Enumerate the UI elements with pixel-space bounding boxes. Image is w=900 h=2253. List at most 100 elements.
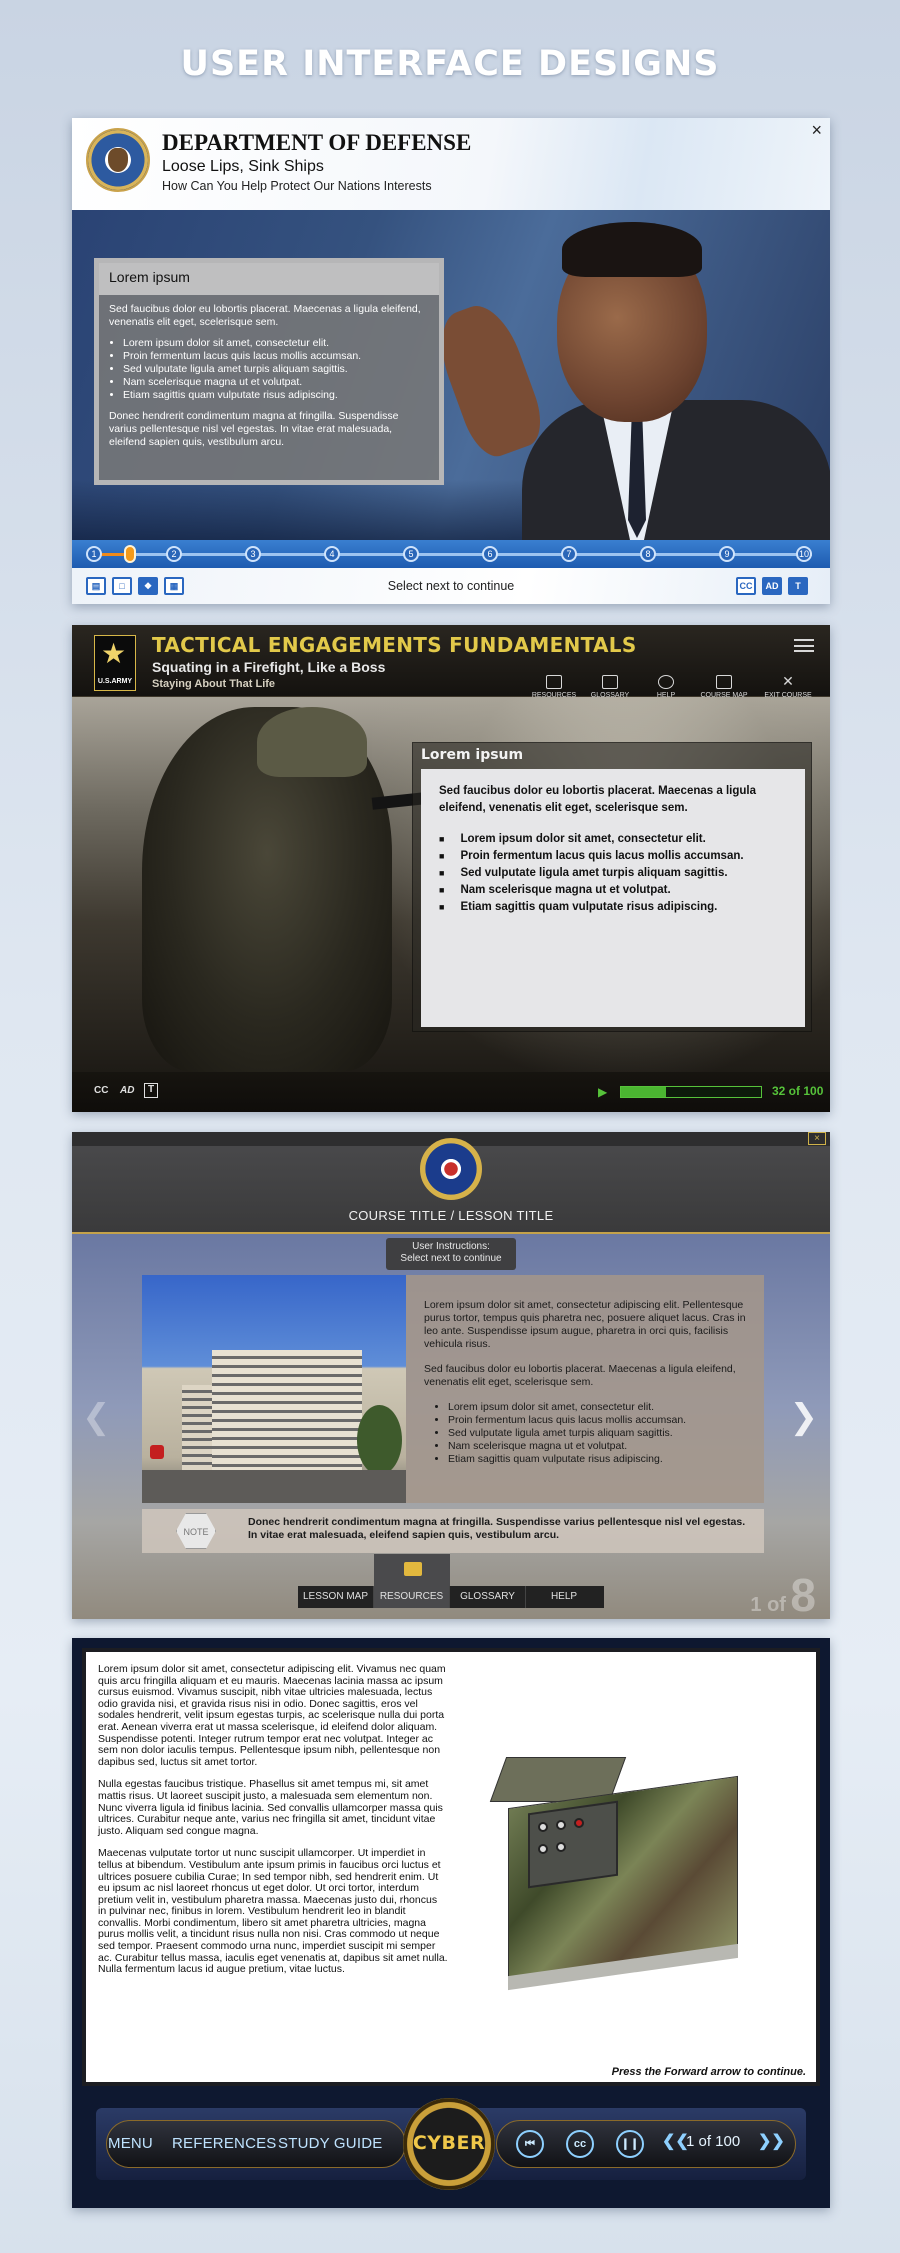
progress-fill bbox=[621, 1087, 666, 1097]
speaker-image bbox=[428, 210, 830, 550]
dod-title: DEPARTMENT OF DEFENSE bbox=[162, 130, 472, 155]
list-item: Sed vulputate ligula amet turpis aliquam… bbox=[123, 363, 429, 376]
step-node[interactable]: 8 bbox=[640, 546, 656, 562]
list-item: Etiam sagittis quam vulputate risus adip… bbox=[439, 899, 787, 916]
step-node[interactable]: 9 bbox=[719, 546, 735, 562]
cyber-control-bar: MENU REFERENCES STUDY GUIDE CYBER ⏮ cc ❙… bbox=[96, 2098, 806, 2190]
book-icon bbox=[546, 675, 562, 689]
step-node[interactable]: 2 bbox=[166, 546, 182, 562]
step-node[interactable]: 10 bbox=[796, 546, 812, 562]
army-course-window: ★ U.S.ARMY TACTICAL ENGAGEMENTS FUNDAMEN… bbox=[72, 625, 830, 1112]
step-node[interactable]: 4 bbox=[324, 546, 340, 562]
list-item: Sed vulputate ligula amet turpis aliquam… bbox=[439, 865, 787, 882]
skip-back-icon[interactable]: ⏮ bbox=[516, 2130, 544, 2158]
star-icon: ★ bbox=[101, 638, 127, 669]
list-item: Nam scelerisque magna ut et volutpat. bbox=[123, 376, 429, 389]
content-intro: Sed faucibus dolor eu lobortis placerat.… bbox=[109, 303, 421, 328]
note-box: NOTE Donec hendrerit condimentum magna a… bbox=[142, 1509, 764, 1553]
step-node[interactable]: 3 bbox=[245, 546, 261, 562]
tab-help[interactable]: HELP bbox=[526, 1586, 602, 1608]
text-button[interactable]: T bbox=[788, 577, 808, 595]
page-title: USER INTERFACE DESIGNS bbox=[180, 44, 720, 84]
army-logo: ★ U.S.ARMY bbox=[94, 635, 136, 691]
nav-help[interactable]: HELP bbox=[636, 675, 696, 699]
step-node[interactable]: 5 bbox=[403, 546, 419, 562]
dod-course-window: DEPARTMENT OF DEFENSE Loose Lips, Sink S… bbox=[72, 118, 830, 604]
progress-count: 32 of 100 bbox=[772, 1084, 824, 1098]
dod-seal-icon bbox=[86, 128, 150, 192]
dod-stage: Lorem ipsum Sed faucibus dolor eu lobort… bbox=[72, 210, 830, 550]
generator-image bbox=[468, 1752, 798, 1992]
audio-description-button[interactable]: AD bbox=[120, 1085, 134, 1096]
list-item: Lorem ipsum dolor sit amet, consectetur … bbox=[448, 1401, 754, 1414]
dod-footer: ▤ □ ❖ ▦ Select next to continue CC AD T bbox=[72, 568, 830, 604]
nav-study-guide[interactable]: STUDY GUIDE bbox=[278, 2135, 382, 2152]
closed-caption-button[interactable]: CC bbox=[94, 1085, 108, 1096]
help-icon bbox=[658, 675, 674, 689]
closed-caption-button[interactable]: CC bbox=[736, 577, 756, 595]
page-indicator: 1 of 8 bbox=[750, 1569, 816, 1619]
next-arrow-icon[interactable]: ❯ bbox=[790, 1397, 819, 1437]
previous-arrow-icon[interactable]: ❮ bbox=[82, 1397, 111, 1437]
nav-glossary[interactable]: GLOSSARY bbox=[580, 675, 640, 699]
content-intro: Sed faucibus dolor eu lobortis placerat.… bbox=[439, 785, 756, 814]
cyber-course-window: Lorem ipsum dolor sit amet, consectetur … bbox=[72, 1638, 830, 2208]
content-card: Lorem ipsum dolor sit amet, consectetur … bbox=[142, 1275, 764, 1503]
close-button[interactable]: × bbox=[811, 120, 822, 141]
list-item: Etiam sagittis quam vulputate risus adip… bbox=[123, 389, 429, 402]
play-icon[interactable]: ▶ bbox=[598, 1085, 607, 1099]
nav-resources[interactable]: RESOURCES bbox=[524, 675, 584, 699]
army-stage: Lorem ipsum Sed faucibus dolor eu lobort… bbox=[72, 697, 830, 1072]
paragraph: Sed faucibus dolor eu lobortis placerat.… bbox=[424, 1363, 736, 1388]
tab-lesson-map[interactable]: LESSON MAP bbox=[298, 1586, 374, 1608]
closed-caption-button[interactable]: cc bbox=[566, 2130, 594, 2158]
tab-glossary[interactable]: GLOSSARY bbox=[450, 1586, 526, 1608]
nav-exit-course[interactable]: ✕ EXIT COURSE bbox=[758, 674, 818, 699]
content-outro: Donec hendrerit condimentum magna at fri… bbox=[109, 410, 399, 448]
note-icon: NOTE bbox=[176, 1513, 216, 1549]
text-button[interactable]: T bbox=[144, 1083, 158, 1098]
content-box: Lorem ipsum Sed faucibus dolor eu lobort… bbox=[412, 742, 812, 1032]
army-tagline: Staying About That Life bbox=[152, 678, 276, 690]
nav-references[interactable]: REFERENCES bbox=[172, 2135, 277, 2152]
hamburger-menu-icon[interactable] bbox=[794, 639, 814, 652]
step-node[interactable]: 1 bbox=[86, 546, 102, 562]
content-box: Lorem ipsum Sed faucibus dolor eu lobort… bbox=[94, 258, 444, 485]
breadcrumb: COURSE TITLE / LESSON TITLE bbox=[348, 1208, 554, 1223]
step-node[interactable]: 7 bbox=[561, 546, 577, 562]
progress-marker[interactable] bbox=[124, 545, 136, 563]
progress-bar[interactable] bbox=[620, 1086, 762, 1098]
audio-description-button[interactable]: AD bbox=[762, 577, 782, 595]
list-item: Etiam sagittis quam vulputate risus adip… bbox=[448, 1453, 754, 1466]
paragraph: Nulla egestas faucibus tristique. Phasel… bbox=[98, 1778, 443, 1837]
next-instruction: Select next to continue bbox=[387, 579, 515, 593]
user-instructions: User Instructions: Select next to contin… bbox=[386, 1238, 516, 1270]
army-logo-text: U.S.ARMY bbox=[97, 678, 133, 685]
forward-arrow-icon[interactable]: ❯❯ bbox=[758, 2131, 785, 2151]
pause-icon[interactable]: ❙❙ bbox=[616, 2130, 644, 2158]
army-title: TACTICAL ENGAGEMENTS FUNDAMENTALS bbox=[152, 633, 637, 657]
list-item: Proin fermentum lacus quis lacus mollis … bbox=[123, 350, 429, 363]
map-icon bbox=[716, 675, 732, 689]
forward-hint: Press the Forward arrow to continue. bbox=[611, 2066, 806, 2078]
back-arrow-icon[interactable]: ❮❮ bbox=[662, 2131, 689, 2151]
nav-menu[interactable]: MENU bbox=[108, 2135, 153, 2152]
folder-icon[interactable] bbox=[374, 1554, 450, 1586]
fbi-header: × COURSE TITLE / LESSON TITLE bbox=[72, 1132, 830, 1234]
nav-course-map[interactable]: COURSE MAP bbox=[694, 675, 754, 699]
list-item: Nam scelerisque magna ut et volutpat. bbox=[439, 882, 787, 899]
note-text: Donec hendrerit condimentum magna at fri… bbox=[248, 1516, 746, 1541]
list-item: Lorem ipsum dolor sit amet, consectetur … bbox=[123, 337, 429, 350]
dod-tagline: How Can You Help Protect Our Nations Int… bbox=[162, 179, 432, 193]
tab-resources[interactable]: RESOURCES bbox=[374, 1586, 450, 1608]
army-footer: CC AD T ▶ 32 of 100 bbox=[72, 1072, 830, 1112]
army-header: ★ U.S.ARMY TACTICAL ENGAGEMENTS FUNDAMEN… bbox=[72, 625, 830, 699]
list-item: Sed vulputate ligula amet turpis aliquam… bbox=[448, 1427, 754, 1440]
content-page: Lorem ipsum dolor sit amet, consectetur … bbox=[86, 1652, 816, 2082]
close-button[interactable]: × bbox=[808, 1132, 826, 1145]
fbi-course-window: × COURSE TITLE / LESSON TITLE User Instr… bbox=[72, 1132, 830, 1619]
dod-header: DEPARTMENT OF DEFENSE Loose Lips, Sink S… bbox=[72, 118, 830, 210]
fbi-stage: User Instructions: Select next to contin… bbox=[72, 1234, 830, 1619]
paragraph: Lorem ipsum dolor sit amet, consectetur … bbox=[424, 1299, 746, 1350]
step-node[interactable]: 6 bbox=[482, 546, 498, 562]
